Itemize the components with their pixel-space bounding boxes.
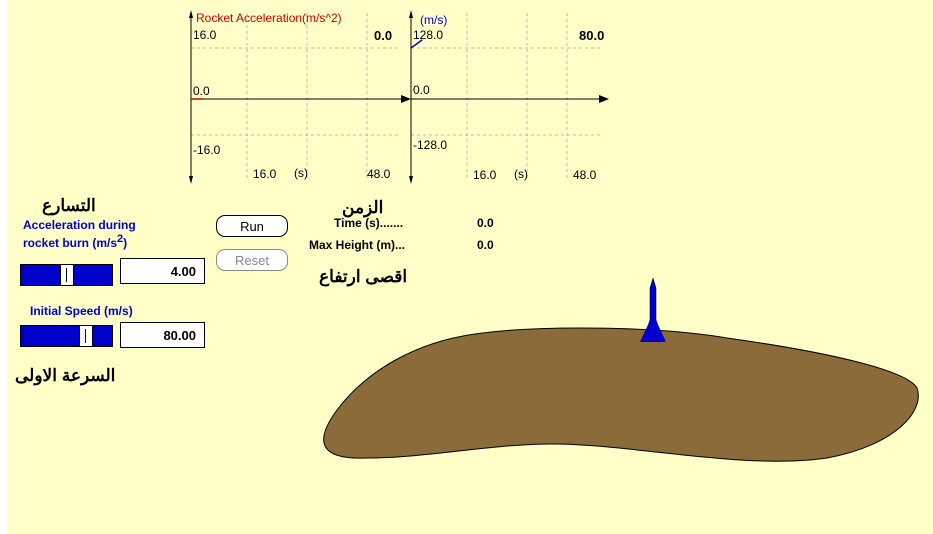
acceleration-slider-thumb[interactable] [60, 264, 74, 286]
acceleration-graph-y-min-label: -16.0 [193, 143, 221, 157]
acceleration-current-value: 0.0 [374, 28, 393, 43]
acceleration-graph-x-unit-label: (s) [294, 166, 308, 180]
velocity-graph-x-tick-label: 16.0 [473, 168, 497, 182]
acceleration-label-line2-text: rocket burn (m/s [23, 236, 118, 250]
acceleration-graph-x-tick-label: 16.0 [253, 167, 277, 181]
acceleration-label-line1: Acceleration during [23, 218, 136, 232]
velocity-graph-x-unit-label: (s) [514, 167, 528, 181]
velocity-graph-y-max-label: 128.0 [413, 28, 443, 42]
initial-speed-label: Initial Speed (m/s) [30, 304, 133, 318]
run-button[interactable]: Run [216, 215, 288, 237]
velocity-current-value: 80.0 [579, 28, 605, 43]
acceleration-value-field[interactable]: 4.00 [120, 258, 205, 284]
reset-button[interactable]: Reset [216, 249, 288, 271]
velocity-graph-x-end-label: 48.0 [573, 168, 597, 182]
acceleration-graph-x-end-label: 48.0 [367, 167, 391, 181]
acceleration-label-close: ) [123, 236, 128, 250]
max-height-readout-label: Max Height (m)... [309, 238, 406, 252]
annotation-acceleration: التسارع [42, 196, 96, 215]
annotation-time: الزمن [342, 198, 384, 217]
velocity-graph-title: (m/s) [420, 13, 447, 27]
velocity-graph-x-axis-arrow [599, 95, 609, 103]
simulation-panel: Rocket Acceleration(m/s^2) 16.0 0.0 -16.… [7, 0, 933, 534]
time-readout-label: Time (s)....... [334, 216, 404, 230]
ground-hill [323, 327, 919, 462]
velocity-graph-y-zero-label: 0.0 [413, 83, 430, 97]
acceleration-label: Acceleration during rocket burn (m/s2) [23, 218, 136, 250]
velocity-graph-y-min-label: -128.0 [413, 138, 447, 152]
velocity-graph-y-axis-arrow-up [409, 10, 413, 18]
acceleration-graph-y-axis-arrow-down [189, 176, 193, 184]
initial-speed-slider[interactable] [20, 325, 113, 347]
acceleration-label-line2: rocket burn (m/s2) [23, 232, 136, 250]
acceleration-graph-y-axis-arrow-up [189, 10, 193, 18]
acceleration-slider[interactable] [20, 264, 113, 286]
max-height-readout-value: 0.0 [477, 238, 494, 252]
acceleration-graph-title: Rocket Acceleration(m/s^2) [196, 11, 342, 25]
time-readout-value: 0.0 [477, 216, 494, 230]
annotation-initial-speed: السرعة الاولى [15, 366, 116, 385]
acceleration-graph-y-zero-label: 0.0 [193, 84, 210, 98]
scene [323, 277, 919, 462]
initial-speed-slider-thumb[interactable] [79, 325, 93, 347]
velocity-graph-y-axis-arrow-down [409, 176, 413, 184]
initial-speed-value-field[interactable]: 80.00 [120, 322, 205, 348]
acceleration-graph-y-max-label: 16.0 [193, 28, 217, 42]
